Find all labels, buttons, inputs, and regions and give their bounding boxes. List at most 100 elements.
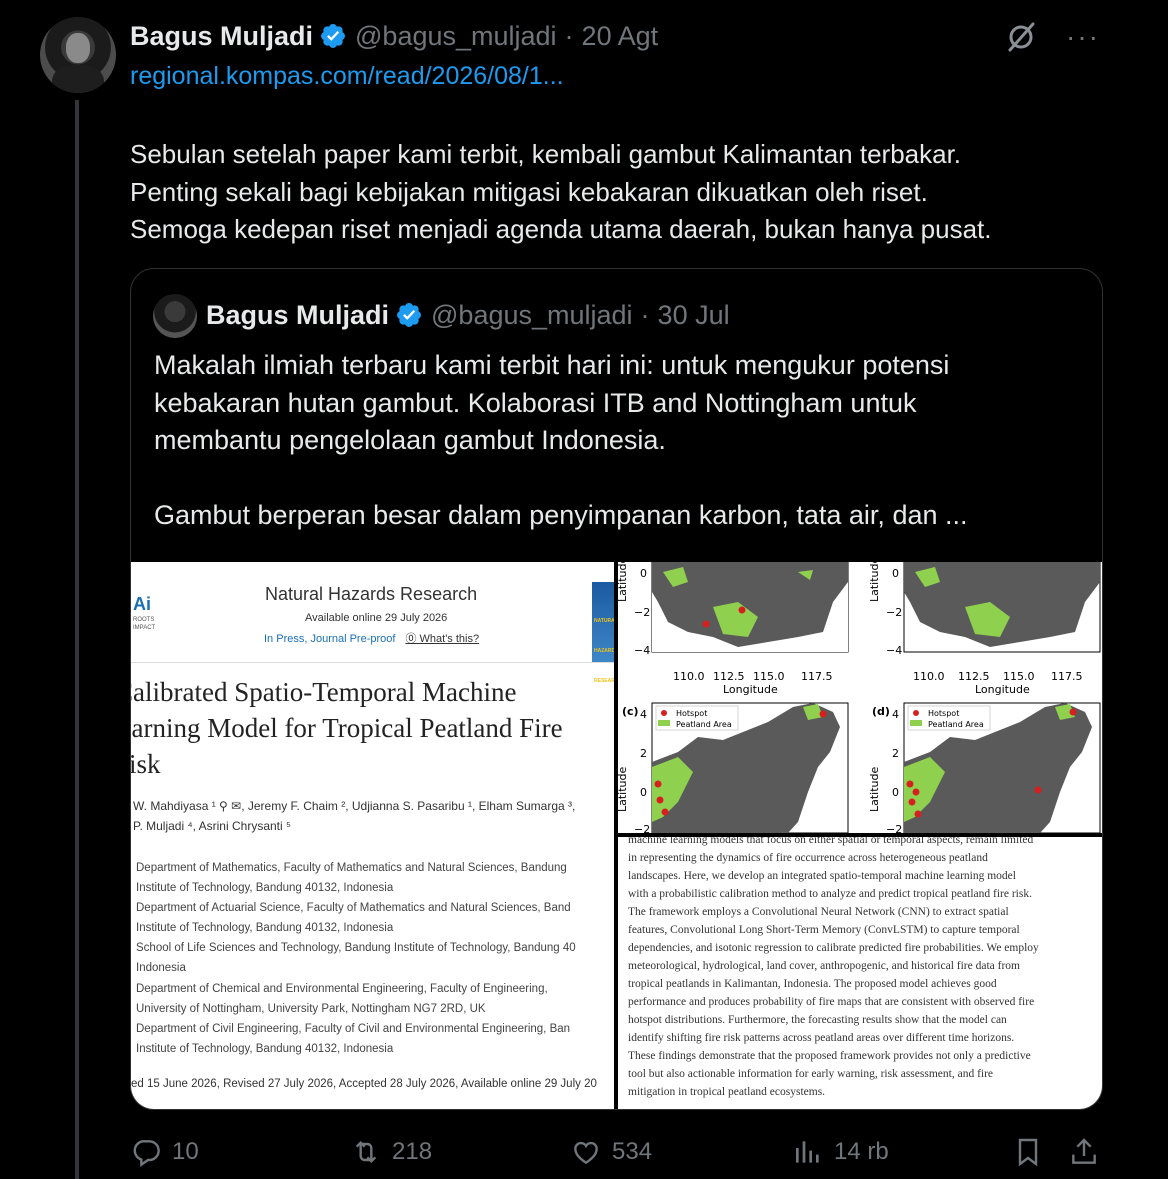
repost-button[interactable]: 218 (350, 1136, 432, 1168)
svg-text:117.5: 117.5 (801, 670, 833, 683)
publisher-logo: Ai (133, 594, 151, 614)
quote-avatar (153, 294, 197, 338)
svg-text:0: 0 (640, 786, 647, 799)
tweet-text-line: Semoga kedepan riset menjadi agenda utam… (130, 214, 992, 244)
article-link[interactable]: regional.kompas.com/read/2026/08/1... (130, 62, 564, 91)
svg-text:−2: −2 (886, 823, 902, 833)
divider (131, 662, 614, 663)
svg-text:Hotspot: Hotspot (928, 709, 959, 718)
available-online: Available online 29 July 2026 (305, 612, 448, 624)
svg-text:112.5: 112.5 (713, 670, 745, 683)
post-time[interactable]: 20 Agt (582, 21, 659, 52)
svg-text:−4: −4 (634, 644, 650, 657)
quote-author-name: Bagus Muljadi (206, 299, 390, 330)
svg-text:0: 0 (892, 786, 899, 799)
svg-text:−2: −2 (886, 606, 902, 619)
tweet-text: Sebulan setelah paper kami terbit, kemba… (130, 136, 1110, 249)
grok-icon[interactable] (1004, 20, 1038, 54)
reply-count: 10 (172, 1138, 199, 1165)
reply-icon (133, 1140, 160, 1167)
svg-text:Longitude: Longitude (975, 683, 1030, 696)
repost-icon (355, 1140, 377, 1164)
top-actions: ··· (1004, 20, 1100, 54)
svg-text:4: 4 (640, 708, 647, 721)
svg-text:Latitude: Latitude (868, 562, 881, 602)
bookmark-icon (1018, 1138, 1038, 1167)
svg-text:110.0: 110.0 (913, 670, 945, 683)
map-panel-d: (d) Latitude Hotspot Peatland Area 4 2 0… (868, 702, 1101, 833)
svg-text:(c): (c) (622, 705, 639, 718)
more-icon[interactable]: ··· (1066, 23, 1100, 51)
author-name[interactable]: Bagus Muljadi (130, 21, 313, 52)
svg-text:Longitude: Longitude (723, 683, 778, 696)
map-panel-a: Latitude 0 −2 −4 110.0 112.5 115.0 117.5 (618, 562, 849, 696)
svg-text:Latitude: Latitude (618, 562, 629, 602)
quote-time: 30 Jul (657, 299, 730, 330)
media-collage[interactable]: Ai ROOTS IMPACT Natural Hazards Research … (131, 562, 1102, 1109)
svg-text:Peatland Area: Peatland Area (928, 720, 984, 729)
svg-text:110.0: 110.0 (673, 670, 705, 683)
paper-dates: ed 15 June 2026, Revised 27 July 2026, A… (131, 1078, 597, 1090)
like-button[interactable]: 534 (570, 1136, 652, 1168)
avatar[interactable] (40, 17, 116, 93)
quote-text: Makalah ilmiah terbaru kami terbit hari … (154, 347, 1074, 535)
svg-text:−2: −2 (634, 606, 650, 619)
svg-text:−4: −4 (886, 644, 902, 657)
tweet-text-line: Penting sekali bagi kebijakan mitigasi k… (130, 176, 928, 207)
separator: · (564, 20, 574, 51)
reply-button[interactable]: 10 (130, 1136, 199, 1168)
quote-text-line: kebakaran hutan gambut. Kolaborasi ITB a… (154, 387, 917, 418)
like-count: 534 (612, 1138, 653, 1165)
svg-text:115.0: 115.0 (753, 670, 785, 683)
quote-text-line: Gambut berperan besar dalam penyimpanan … (154, 500, 968, 530)
svg-text:Peatland Area: Peatland Area (676, 720, 732, 729)
views-button[interactable]: 14 rb (792, 1136, 889, 1168)
quote-text-line (154, 460, 1074, 498)
author-handle[interactable]: @bagus_muljadi (355, 21, 557, 52)
svg-text:(d): (d) (872, 705, 890, 718)
abstract-text: machine learning models that focus on ei… (628, 837, 1039, 1098)
tweet-text-line: Sebulan setelah paper kami terbit, kemba… (130, 139, 962, 169)
publisher-logo-sub: ROOTS IMPACT (133, 617, 156, 631)
svg-text:117.5: 117.5 (1051, 670, 1083, 683)
svg-text:112.5: 112.5 (958, 670, 990, 683)
share-button[interactable] (1068, 1136, 1100, 1168)
map-panel-b: Latitude 0 −2 −4 110.0 112.5 115.0 117.5… (868, 562, 1101, 696)
journal-cover: NATURALHAZARDSRESEARCH (592, 582, 614, 684)
journal-name: Natural Hazards Research (265, 584, 478, 604)
quote-text-line: membantu pengelolaan gambut Indonesia. (154, 425, 666, 455)
paper-screenshot[interactable]: Ai ROOTS IMPACT Natural Hazards Research … (131, 562, 614, 1109)
separator: · (640, 299, 650, 330)
svg-text:Latitude: Latitude (618, 766, 629, 812)
tweet-header: Bagus Muljadi @bagus_muljadi · 20 Agt (130, 18, 658, 54)
verified-badge-icon (397, 303, 421, 327)
maps-svg: Latitude 0 −2 −4 110.0 112.5 115.0 117.5 (618, 562, 1101, 833)
svg-text:Latitude: Latitude (868, 766, 881, 812)
paper-affiliations: Department of Mathematics, Faculty of Ma… (136, 862, 576, 1055)
paper-title: Calibrated Spatio-Temporal Machine Learn… (131, 677, 563, 779)
heart-icon (574, 1141, 598, 1165)
thread-line (75, 100, 79, 1179)
svg-text:4: 4 (892, 708, 899, 721)
abstract-screenshot[interactable]: machine learning models that focus on ei… (618, 837, 1102, 1109)
verified-badge-icon (321, 24, 345, 48)
quoted-tweet[interactable]: Bagus Muljadi @bagus_muljadi · 30 Jul Ma… (130, 268, 1103, 1110)
svg-text:2: 2 (640, 747, 647, 760)
views-icon (796, 1141, 819, 1163)
svg-text:0: 0 (640, 567, 647, 580)
quote-header: Bagus Muljadi @bagus_muljadi · 30 Jul (206, 296, 730, 334)
svg-text:115.0: 115.0 (1003, 670, 1035, 683)
share-icon (1072, 1138, 1096, 1164)
action-bar: 10 218 534 14 rb (130, 1130, 1105, 1174)
views-count: 14 rb (834, 1138, 889, 1165)
in-press-line: In Press, Journal Pre-proof ⓪ What's this… (264, 633, 480, 645)
bookmark-button[interactable] (1012, 1136, 1044, 1168)
svg-text:0: 0 (892, 567, 899, 580)
quote-text-line: Makalah ilmiah terbaru kami terbit hari … (154, 350, 950, 380)
map-panel-c: (c) Latitude Hotspot Peatland Area 4 2 0… (618, 702, 849, 833)
fire-maps-figure[interactable]: Latitude 0 −2 −4 110.0 112.5 115.0 117.5 (618, 562, 1102, 833)
svg-text:−2: −2 (634, 823, 650, 833)
repost-count: 218 (392, 1138, 433, 1165)
svg-text:2: 2 (892, 747, 899, 760)
svg-text:Hotspot: Hotspot (676, 709, 707, 718)
